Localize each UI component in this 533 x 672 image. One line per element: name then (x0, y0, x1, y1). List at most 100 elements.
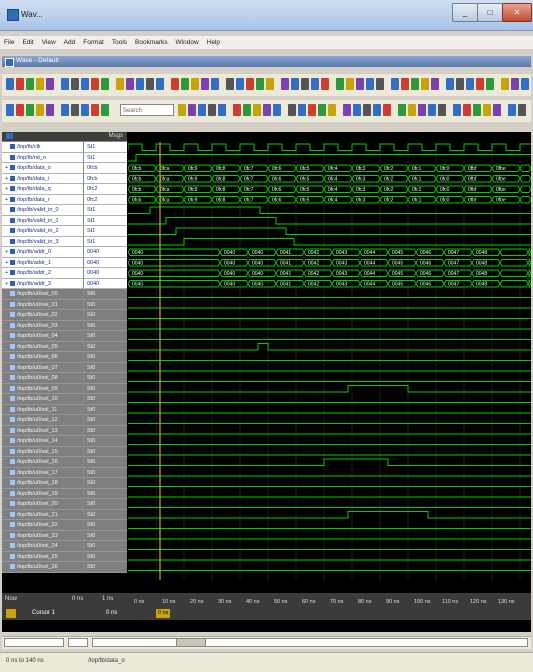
signal-name[interactable]: +/top/tb/addr_1 (2, 257, 83, 268)
signal-name[interactable]: +/top/tb/data_o (2, 163, 83, 174)
signal-name[interactable]: /top/tb/u0/sel_17 (2, 467, 83, 478)
toolbar-button-icon[interactable] (126, 78, 134, 90)
toolbar-button-icon[interactable] (71, 104, 79, 116)
signal-name[interactable]: +/top/tb/addr_2 (2, 268, 83, 279)
signal-name[interactable]: +/top/tb/addr_0 (2, 247, 83, 258)
toolbar-button-icon[interactable] (36, 78, 44, 90)
toolbar-button-icon[interactable] (71, 78, 79, 90)
toolbar-button-icon[interactable] (288, 104, 296, 116)
signal-name[interactable]: /top/tb/u0/sel_25 (2, 551, 83, 562)
toolbar-button-icon[interactable] (511, 78, 519, 90)
toolbar-button-icon[interactable] (181, 78, 189, 90)
signal-name[interactable]: /top/tb/u0/sel_22 (2, 520, 83, 531)
cursor-lock-icon[interactable] (6, 609, 16, 618)
toolbar-button-icon[interactable] (46, 104, 54, 116)
signal-name[interactable]: /top/tb/u0/sel_16 (2, 457, 83, 468)
toolbar-button-icon[interactable] (336, 78, 344, 90)
signal-name[interactable]: /top/tb/u0/sel_12 (2, 415, 83, 426)
toolbar-button-icon[interactable] (136, 78, 144, 90)
toolbar-button-icon[interactable] (208, 104, 216, 116)
signal-name[interactable]: /top/tb/u0/sel_04 (2, 331, 83, 342)
toolbar-button-icon[interactable] (226, 78, 234, 90)
toolbar-button-icon[interactable] (298, 104, 306, 116)
toolbar-button-icon[interactable] (273, 104, 281, 116)
toolbar-button-icon[interactable] (311, 78, 319, 90)
horizontal-scrollbar[interactable] (2, 636, 531, 649)
signal-name[interactable]: /top/tb/u0/sel_21 (2, 509, 83, 520)
toolbar-button-icon[interactable] (6, 104, 14, 116)
toolbar-button-icon[interactable] (373, 104, 381, 116)
signal-name[interactable]: /top/tb/valid_in_1 (2, 215, 83, 226)
toolbar-button-icon[interactable] (453, 104, 461, 116)
signal-name[interactable]: /top/tb/valid_in_0 (2, 205, 83, 216)
toolbar-button-icon[interactable] (233, 104, 241, 116)
signal-name[interactable]: /top/tb/u0/sel_15 (2, 446, 83, 457)
toolbar-button-icon[interactable] (508, 104, 516, 116)
toolbar-button-icon[interactable] (243, 104, 251, 116)
toolbar-button-icon[interactable] (171, 78, 179, 90)
wave-pane-scroll[interactable] (92, 638, 528, 647)
toolbar-button-icon[interactable] (391, 78, 399, 90)
toolbar-button-icon[interactable] (253, 104, 261, 116)
signal-name[interactable]: /top/tb/u0/sel_01 (2, 299, 83, 310)
toolbar-button-icon[interactable] (291, 78, 299, 90)
menu-add[interactable]: Add (60, 36, 80, 49)
menu-tools[interactable]: Tools (108, 36, 131, 49)
toolbar-button-icon[interactable] (501, 78, 509, 90)
signal-name[interactable]: /top/tb/u0/sel_06 (2, 352, 83, 363)
signal-name[interactable]: /top/tb/u0/sel_00 (2, 289, 83, 300)
toolbar-button-icon[interactable] (463, 104, 471, 116)
signal-name[interactable]: +/top/tb/addr_3 (2, 278, 83, 289)
toolbar-button-icon[interactable] (218, 104, 226, 116)
toolbar-button-icon[interactable] (188, 104, 196, 116)
toolbar-button-icon[interactable] (191, 78, 199, 90)
toolbar-button-icon[interactable] (198, 104, 206, 116)
signal-name[interactable]: /top/tb/u0/sel_05 (2, 341, 83, 352)
toolbar-button-icon[interactable] (81, 78, 89, 90)
toolbar-button-icon[interactable] (446, 78, 454, 90)
minimize-button[interactable]: _ (452, 3, 478, 22)
toolbar-button-icon[interactable] (16, 78, 24, 90)
menu-format[interactable]: Format (79, 36, 108, 49)
toolbar-button-icon[interactable] (328, 104, 336, 116)
toolbar-button-icon[interactable] (281, 78, 289, 90)
toolbar-button-icon[interactable] (256, 78, 264, 90)
toolbar-button-icon[interactable] (353, 104, 361, 116)
toolbar-button-icon[interactable] (266, 78, 274, 90)
toolbar-button-icon[interactable] (16, 104, 24, 116)
signal-name[interactable]: /top/tb/valid_in_3 (2, 236, 83, 247)
toolbar-button-icon[interactable] (146, 78, 154, 90)
signal-name[interactable]: /top/tb/u0/sel_08 (2, 373, 83, 384)
toolbar-button-icon[interactable] (356, 78, 364, 90)
toolbar-button-icon[interactable] (156, 78, 164, 90)
toolbar-button-icon[interactable] (91, 104, 99, 116)
toolbar-button-icon[interactable] (521, 78, 529, 90)
toolbar-button-icon[interactable] (246, 78, 254, 90)
toolbar-button-icon[interactable] (346, 78, 354, 90)
toolbar-button-icon[interactable] (431, 78, 439, 90)
search-input[interactable]: Search (120, 104, 174, 116)
value-pane-scroll[interactable] (68, 638, 88, 647)
signal-name[interactable]: /top/tb/u0/sel_19 (2, 488, 83, 499)
toolbar-button-icon[interactable] (116, 78, 124, 90)
toolbar-button-icon[interactable] (383, 104, 391, 116)
toolbar-button-icon[interactable] (421, 78, 429, 90)
toolbar-button-icon[interactable] (486, 78, 494, 90)
toolbar-button-icon[interactable] (263, 104, 271, 116)
toolbar-button-icon[interactable] (438, 104, 446, 116)
toolbar-button-icon[interactable] (308, 104, 316, 116)
toolbar-button-icon[interactable] (61, 104, 69, 116)
menu-edit[interactable]: Edit (18, 36, 37, 49)
toolbar-button-icon[interactable] (36, 104, 44, 116)
toolbar-button-icon[interactable] (418, 104, 426, 116)
signal-name[interactable]: /top/tb/rst_n (2, 152, 83, 163)
menu-bookmarks[interactable]: Bookmarks (131, 36, 172, 49)
signal-name[interactable]: /top/tb/u0/sel_26 (2, 562, 83, 573)
signal-name[interactable]: +/top/tb/data_r (2, 194, 83, 205)
signal-name[interactable]: /top/tb/u0/sel_20 (2, 499, 83, 510)
toolbar-button-icon[interactable] (101, 78, 109, 90)
signal-name[interactable]: /top/tb/u0/sel_09 (2, 383, 83, 394)
signal-name[interactable]: /top/tb/u0/sel_18 (2, 478, 83, 489)
toolbar-button-icon[interactable] (466, 78, 474, 90)
signal-name[interactable]: /top/tb/u0/sel_24 (2, 541, 83, 552)
